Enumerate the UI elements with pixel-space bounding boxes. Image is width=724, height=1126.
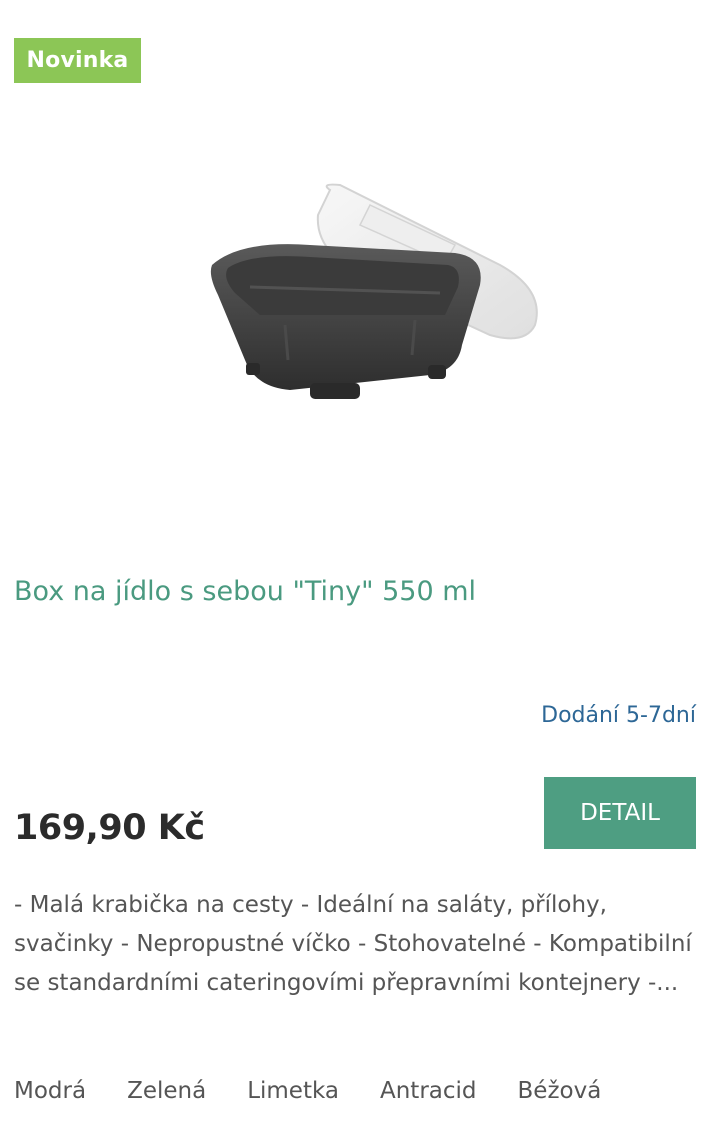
delivery-info: Dodání 5-7dní — [541, 703, 696, 728]
product-card: Novinka Box na jídlo s sebou "Tiny" 550 … — [0, 0, 724, 1126]
color-option-modra[interactable]: Modrá — [14, 1078, 86, 1104]
detail-button[interactable]: DETAIL — [544, 777, 696, 849]
new-badge: Novinka — [14, 38, 141, 83]
food-box-with-lid-icon — [210, 183, 538, 399]
color-option-limetka[interactable]: Limetka — [247, 1078, 339, 1104]
product-description: - Malá krabička na cesty - Ideální na sa… — [14, 892, 692, 996]
color-option-zelena[interactable]: Zelená — [127, 1078, 206, 1104]
color-options: Modrá Zelená Limetka Antracid Béžová — [14, 1078, 601, 1104]
color-option-bezova[interactable]: Béžová — [518, 1078, 602, 1104]
color-option-antracid[interactable]: Antracid — [380, 1078, 477, 1104]
product-title[interactable]: Box na jídlo s sebou "Tiny" 550 ml — [14, 576, 476, 607]
product-image[interactable] — [200, 175, 550, 415]
product-price: 169,90 Kč — [14, 808, 205, 848]
